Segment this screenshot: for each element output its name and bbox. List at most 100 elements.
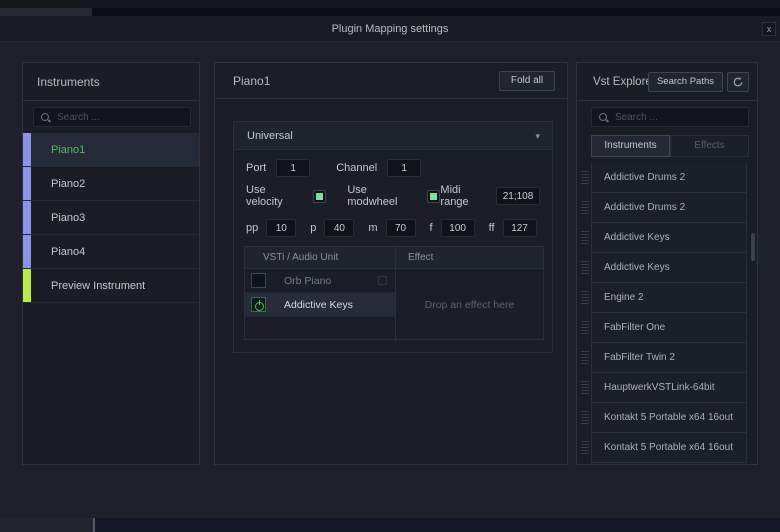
instrument-color-bar	[23, 235, 31, 268]
vst-search-input[interactable]	[615, 112, 742, 123]
drag-handle-icon	[581, 351, 589, 364]
plugin-list-item[interactable]: Addictive Drums 2	[579, 163, 755, 193]
power-icon[interactable]	[251, 297, 266, 312]
instrument-item-piano2[interactable]: Piano2	[23, 167, 199, 201]
plugin-list-item[interactable]: Engine 2	[579, 283, 755, 313]
midi-range-label: Midi range	[440, 184, 488, 208]
drag-handle-icon	[581, 261, 589, 274]
instrument-label: Piano1	[51, 144, 85, 156]
plugin-list-item[interactable]: HauptwerkVSTLink-64bit	[579, 373, 755, 403]
instrument-label: Preview Instrument	[51, 280, 145, 292]
plugin-list-item[interactable]: Addictive Keys	[579, 253, 755, 283]
vsti-slot-empty[interactable]	[245, 317, 395, 341]
scrollbar-thumb[interactable]	[751, 233, 755, 261]
tab-instruments[interactable]: Instruments	[591, 135, 670, 157]
plugin-list-item[interactable]: FabFilter Twin 2	[579, 343, 755, 373]
plugin-list-item[interactable]: Kontakt 5 Portable x64 16out	[579, 433, 755, 463]
instrument-color-bar	[23, 133, 31, 166]
plugin-name[interactable]: Kontakt 5 Portable x64 16out	[591, 402, 747, 433]
screen: Plugin Mapping settings x Instruments Pi…	[0, 0, 780, 532]
drag-handle-icon	[581, 441, 589, 454]
effect-column-header: Effect	[395, 247, 543, 269]
dynamic-f-input[interactable]	[441, 219, 475, 237]
velocity-modwheel-row: Use velocity Use modwheel Midi range	[246, 186, 540, 206]
refresh-button[interactable]	[727, 72, 749, 92]
universal-section-title: Universal	[247, 122, 293, 150]
dialog-title: Plugin Mapping settings	[0, 16, 780, 42]
plugin-name[interactable]: Kontakt 5 Portable x64 16out	[591, 432, 747, 463]
dynamic-f-label: f	[430, 222, 433, 234]
instrument-item-piano3[interactable]: Piano3	[23, 201, 199, 235]
fold-all-button[interactable]: Fold all	[499, 71, 555, 91]
search-paths-button[interactable]: Search Paths	[648, 72, 723, 92]
use-modwheel-checkbox[interactable]	[427, 190, 440, 203]
background-bottom-strip	[0, 518, 780, 532]
effect-drop-zone[interactable]: Drop an effect here	[395, 269, 543, 341]
plugin-name[interactable]: Addictive Drums 2	[591, 163, 747, 193]
vst-tabs: Instruments Effects	[591, 135, 749, 157]
universal-section-header[interactable]: Universal ▾	[234, 122, 552, 150]
vsti-column-header: VSTi / Audio Unit	[245, 247, 395, 269]
dynamic-p-input[interactable]	[324, 219, 354, 237]
drag-handle-icon	[581, 171, 589, 184]
instrument-label: Piano4	[51, 246, 85, 258]
instrument-item-piano4[interactable]: Piano4	[23, 235, 199, 269]
plugin-enabled-checkbox[interactable]	[251, 273, 266, 288]
midi-range-input[interactable]	[496, 187, 540, 205]
plugin-name	[591, 462, 747, 463]
dialog-header: Plugin Mapping settings x	[0, 16, 780, 42]
close-icon[interactable]: x	[762, 22, 776, 36]
drag-handle-icon	[581, 321, 589, 334]
mapping-panel-header: Piano1 Fold all	[215, 63, 567, 99]
vst-explorer-panel: Vst Explorer Search Paths Instruments Ef…	[576, 62, 758, 465]
plugin-list: Addictive Drums 2 Addictive Drums 2 Addi…	[579, 163, 755, 463]
background-bottom-panel	[0, 518, 93, 532]
plugin-name[interactable]: Addictive Keys	[591, 222, 747, 253]
plugin-slot-table: VSTi / Audio Unit Effect Orb Piano Addic…	[244, 246, 544, 340]
plugin-name[interactable]: FabFilter Twin 2	[591, 342, 747, 373]
chevron-down-icon[interactable]: ▾	[535, 122, 540, 150]
instruments-search-input[interactable]	[57, 112, 184, 123]
port-input[interactable]	[276, 159, 310, 177]
dynamic-p-label: p	[310, 222, 316, 234]
vst-search[interactable]	[591, 107, 749, 127]
plugin-name[interactable]: HauptwerkVSTLink-64bit	[591, 372, 747, 403]
drag-handle-icon	[581, 411, 589, 424]
plugin-slot-name: Orb Piano	[284, 275, 331, 287]
drag-handle-icon	[581, 291, 589, 304]
search-icon	[598, 112, 609, 123]
dynamic-m-input[interactable]	[386, 219, 416, 237]
plugin-name[interactable]: Addictive Drums 2	[591, 192, 747, 223]
instruments-panel: Instruments Piano1 Piano2 Piano3	[22, 62, 200, 465]
vsti-slot-list: Orb Piano Addictive Keys	[245, 269, 395, 341]
vst-explorer-header: Vst Explorer Search Paths	[577, 63, 757, 101]
plugin-list-item[interactable]: Addictive Drums 2	[579, 193, 755, 223]
vst-explorer-title: Vst Explorer	[593, 63, 656, 101]
background-bottom-divider	[93, 518, 95, 532]
instrument-item-piano1[interactable]: Piano1	[23, 133, 199, 167]
channel-input[interactable]	[387, 159, 421, 177]
instrument-item-preview[interactable]: Preview Instrument	[23, 269, 199, 303]
plugin-list-item[interactable]: FabFilter One	[579, 313, 755, 343]
instruments-panel-header: Instruments	[23, 63, 199, 101]
channel-label: Channel	[336, 162, 377, 174]
port-channel-row: Port Channel	[246, 158, 540, 178]
vsti-slot-addictive-keys[interactable]: Addictive Keys	[245, 293, 395, 317]
use-velocity-checkbox[interactable]	[313, 190, 326, 203]
plugin-slot-action-icon[interactable]	[378, 276, 387, 285]
dynamic-pp-input[interactable]	[266, 219, 296, 237]
vsti-slot-orb-piano[interactable]: Orb Piano	[245, 269, 395, 293]
dynamic-ff-input[interactable]	[503, 219, 537, 237]
mapping-panel-title: Piano1	[233, 63, 270, 99]
plugin-name[interactable]: Engine 2	[591, 282, 747, 313]
tab-effects[interactable]: Effects	[670, 135, 749, 157]
plugin-list-item[interactable]: Addictive Keys	[579, 223, 755, 253]
instrument-color-bar	[23, 167, 31, 200]
plugin-list-item[interactable]: Kontakt 5 Portable x64 16out	[579, 403, 755, 433]
instruments-search[interactable]	[33, 107, 191, 127]
drag-handle-icon	[581, 201, 589, 214]
background-titlebar	[0, 0, 780, 8]
plugin-name[interactable]: Addictive Keys	[591, 252, 747, 283]
plugin-name[interactable]: FabFilter One	[591, 312, 747, 343]
use-velocity-label: Use velocity	[246, 184, 303, 208]
